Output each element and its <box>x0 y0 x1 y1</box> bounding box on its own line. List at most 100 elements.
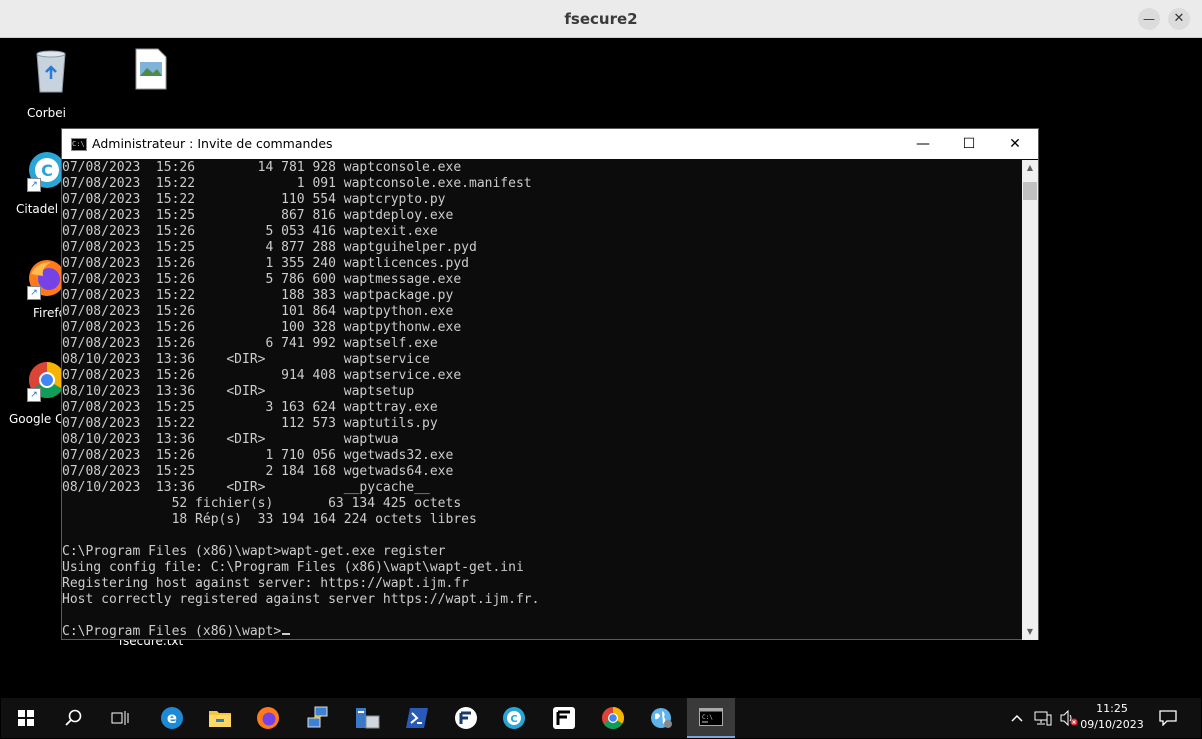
taskbar-firefox[interactable] <box>245 698 291 738</box>
clock[interactable]: 11:25 09/10/2023 <box>1080 701 1144 733</box>
search-icon <box>65 709 82 726</box>
volume-muted-icon[interactable] <box>1060 710 1078 726</box>
edge-icon: e <box>161 707 183 729</box>
console-line: 07/08/2023 15:26 5 786 600 waptmessage.e… <box>62 272 462 287</box>
taskbar-chrome[interactable] <box>590 698 636 738</box>
fsecure-elements-icon <box>553 707 575 729</box>
system-tray <box>1010 698 1078 738</box>
console-line: 07/08/2023 15:26 914 408 waptservice.exe <box>62 368 462 383</box>
console-line: 07/08/2023 15:26 1 710 056 wgetwads32.ex… <box>62 448 454 463</box>
fsecure-icon <box>455 707 477 729</box>
taskbar-file-explorer[interactable] <box>197 698 243 738</box>
console-line: 07/08/2023 15:22 112 573 waptutils.py <box>62 416 438 431</box>
desktop-icon-label: Google Chrome <box>9 412 66 426</box>
taskbar-powershell[interactable] <box>394 698 440 738</box>
chevron-up-icon[interactable] <box>1010 713 1024 723</box>
shortcut-arrow-icon: ↗ <box>27 388 41 402</box>
console-line: 08/10/2023 13:36 <DIR> waptservice <box>62 352 430 367</box>
console-line: C:\Program Files (x86)\wapt> <box>62 624 1024 640</box>
desktop: Corbeille C ↗ Citadel Team <box>1 38 1201 698</box>
desktop-icon-image-file[interactable] <box>111 48 191 97</box>
console-line: C:\Program Files (x86)\wapt>wapt-get.exe… <box>62 544 446 559</box>
taskbar-edge[interactable]: e <box>149 698 195 738</box>
taskbar-fsecure[interactable] <box>443 698 489 738</box>
desktop-icon-recycle-bin[interactable]: Corbeille <box>11 48 91 120</box>
console-line: 07/08/2023 15:22 1 091 waptconsole.exe.m… <box>62 176 532 191</box>
console-line: 18 Rép(s) 33 194 164 224 octets libres <box>62 512 477 527</box>
taskbar-citadel[interactable]: C <box>491 698 537 738</box>
console-line: Registering host against server: https:/… <box>62 576 469 591</box>
console-line: 07/08/2023 15:25 3 163 624 wapttray.exe <box>62 400 438 415</box>
console-line: 07/08/2023 15:22 110 554 waptcrypto.py <box>62 192 446 207</box>
citadel-icon: C <box>503 707 525 729</box>
clock-date: 09/10/2023 <box>1080 718 1144 731</box>
svg-text:C: C <box>510 714 517 725</box>
file-explorer-icon <box>209 711 231 727</box>
text-cursor <box>282 633 291 635</box>
clock-time: 11:25 <box>1096 702 1128 715</box>
search-button[interactable] <box>50 698 96 738</box>
network-icon[interactable] <box>1034 710 1052 726</box>
console-line: Using config file: C:\Program Files (x86… <box>62 560 524 575</box>
console-line: 07/08/2023 15:26 6 741 992 waptself.exe <box>62 336 438 351</box>
taskbar: e C C:\ 11:25 09/10/2023 <box>1 698 1201 738</box>
svg-text:e: e <box>167 709 177 727</box>
console-line: Host correctly registered against server… <box>62 592 540 607</box>
start-icon <box>18 710 34 726</box>
console-line: 07/08/2023 15:26 14 781 928 waptconsole.… <box>62 160 462 175</box>
console-line: 07/08/2023 15:25 867 816 waptdeploy.exe <box>62 208 454 223</box>
minimize-button[interactable]: — <box>900 129 946 159</box>
vm-titlebar: fsecure2 — ✕ <box>0 0 1202 38</box>
network-app-icon <box>307 706 328 728</box>
console-line: 07/08/2023 15:26 1 355 240 waptlicences.… <box>62 256 469 271</box>
scrollbar-thumb[interactable] <box>1023 182 1037 200</box>
console-line: 07/08/2023 15:25 2 184 168 wgetwads64.ex… <box>62 464 454 479</box>
notification-icon <box>1159 710 1177 726</box>
task-view-button[interactable] <box>97 698 143 738</box>
powershell-icon <box>406 708 428 728</box>
console-line: 52 fichier(s) 63 134 425 octets <box>62 496 462 511</box>
console-output[interactable]: 07/08/2023 15:26 14 781 928 waptconsole.… <box>62 160 1024 640</box>
taskbar-network-app[interactable] <box>295 698 341 738</box>
scroll-up-icon[interactable]: ▲ <box>1022 160 1038 176</box>
scroll-down-icon[interactable]: ▼ <box>1022 624 1038 640</box>
vertical-scrollbar[interactable]: ▲ ▼ <box>1022 160 1038 640</box>
command-prompt-icon: C:\ <box>699 708 723 726</box>
task-view-icon <box>111 711 129 725</box>
close-icon[interactable]: ✕ <box>1168 8 1190 30</box>
shortcut-arrow-icon: ↗ <box>27 286 41 300</box>
firefox-icon <box>257 707 279 729</box>
console-line: 07/08/2023 15:25 4 877 288 waptguihelper… <box>62 240 477 255</box>
console-line: 07/08/2023 15:26 101 864 waptpython.exe <box>62 304 454 319</box>
taskbar-globe-app[interactable] <box>639 698 685 738</box>
minimize-icon[interactable]: — <box>1138 8 1160 30</box>
server-manager-icon <box>356 708 380 729</box>
cmd-titlebar[interactable]: C:\ Administrateur : Invite de commandes… <box>62 129 1038 159</box>
svg-text:C: C <box>41 161 53 180</box>
svg-text:C:\: C:\ <box>702 714 713 721</box>
globe-app-icon <box>651 708 672 728</box>
console-line: 08/10/2023 13:36 <DIR> __pycache__ <box>62 480 430 495</box>
maximize-button[interactable]: ☐ <box>946 129 992 159</box>
command-prompt-icon: C:\ <box>71 138 87 151</box>
console-line: 08/10/2023 13:36 <DIR> waptwua <box>62 432 399 447</box>
chrome-icon <box>602 707 624 729</box>
console-line: 07/08/2023 15:26 100 328 waptpythonw.exe <box>62 320 462 335</box>
image-file-icon <box>111 48 191 93</box>
cmd-window[interactable]: C:\ Administrateur : Invite de commandes… <box>61 128 1039 640</box>
console-line: 07/08/2023 15:26 5 053 416 waptexit.exe <box>62 224 438 239</box>
taskbar-command-prompt[interactable]: C:\ <box>687 698 735 738</box>
start-button[interactable] <box>3 698 49 738</box>
console-line: 08/10/2023 13:36 <DIR> waptsetup <box>62 384 415 399</box>
shortcut-arrow-icon: ↗ <box>27 178 41 192</box>
cmd-window-title: Administrateur : Invite de commandes <box>92 136 333 151</box>
close-button[interactable]: ✕ <box>992 129 1038 159</box>
desktop-icon-label: Corbeille <box>27 106 67 120</box>
vm-window-title: fsecure2 <box>564 10 638 28</box>
notifications-button[interactable] <box>1147 698 1189 738</box>
taskbar-server-manager[interactable] <box>344 698 390 738</box>
console-line: 07/08/2023 15:22 188 383 waptpackage.py <box>62 288 454 303</box>
taskbar-fsecure-elements[interactable] <box>541 698 587 738</box>
